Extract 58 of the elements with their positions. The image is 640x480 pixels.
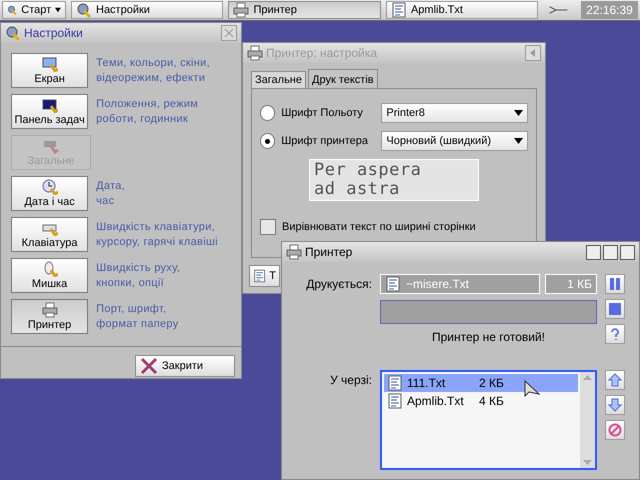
document-icon — [387, 375, 403, 391]
radio-label: Шрифт Польоту — [281, 107, 364, 119]
close-button[interactable]: Закрити — [135, 355, 235, 377]
queue-label: У черзі: — [329, 372, 372, 389]
description: Швидкість руху, кнопки, опції — [96, 260, 182, 290]
tab[interactable]: Загальне — [251, 71, 306, 88]
close-icon — [140, 357, 158, 375]
settings-button[interactable]: Екран — [11, 53, 88, 88]
tab[interactable]: Друк текстів — [308, 69, 378, 88]
start-button[interactable]: Старт — [2, 1, 66, 19]
font-dropdown[interactable]: Чорновий (швидкий) — [381, 131, 528, 151]
window-title: Принтер: настройка — [266, 46, 378, 60]
radio-button[interactable] — [260, 105, 276, 121]
caret-icon — [514, 138, 523, 144]
document-icon — [387, 393, 403, 409]
settings-button[interactable]: Дата і час — [11, 176, 88, 211]
radio-label: Шрифт принтера — [281, 135, 369, 147]
status-text: Принтер не готовий! — [431, 330, 546, 344]
pause-icon[interactable] — [605, 274, 625, 294]
printer-icon — [247, 45, 263, 61]
settings-button[interactable]: Мишка — [11, 258, 88, 293]
settings-button[interactable]: Клавіатура — [11, 217, 88, 252]
queue-item[interactable]: Apmlib.Txt 4 КБ — [384, 392, 578, 410]
close-icon[interactable] — [620, 244, 635, 260]
radio-button[interactable] — [260, 133, 276, 149]
clock: 22:16:39 — [581, 1, 638, 19]
checkbox[interactable] — [260, 219, 276, 235]
font-dropdown[interactable]: Printer8 — [381, 103, 528, 123]
queue-list[interactable]: 111.Txt 2 КБ Apmlib.Txt 4 КБ — [380, 370, 597, 470]
caret-icon — [514, 110, 523, 116]
checkbox-label: Вирівнювати текст по ширині сторінки — [282, 221, 476, 233]
help-icon[interactable] — [605, 324, 625, 344]
settings-button[interactable]: Панель задач — [11, 94, 88, 129]
description: Швидкість клавіатури, курсору, гарячі клавіші — [96, 220, 219, 250]
taskbar-button[interactable]: Apmlib.Txt — [386, 1, 538, 19]
text-button[interactable]: Т — [249, 265, 280, 287]
document-icon — [253, 268, 266, 284]
window-title: Принтер — [305, 245, 352, 259]
stop-icon[interactable] — [605, 299, 625, 319]
settings-button[interactable]: Принтер — [11, 299, 88, 334]
queue-item[interactable]: 111.Txt 2 КБ — [384, 374, 578, 392]
size-field: 1 КБ — [545, 274, 597, 294]
printer-icon — [286, 244, 302, 260]
document-icon — [385, 276, 401, 292]
taskbar-button[interactable]: Принтер — [228, 1, 381, 19]
description: Дата, час — [96, 178, 126, 208]
taskbar-button[interactable]: Настройки — [71, 1, 224, 19]
font-preview: Per aspera ad astra — [309, 159, 479, 201]
window-title: Настройки — [24, 26, 83, 40]
minimize-icon[interactable] — [586, 244, 601, 260]
description: Теми, кольори, скіни, відеорежим, ефекти — [96, 56, 211, 86]
file-field: ~misere.Txt — [380, 274, 540, 294]
caret-icon — [55, 7, 61, 13]
maximize-icon[interactable] — [603, 244, 618, 260]
cancel-icon[interactable] — [605, 420, 625, 440]
description: Порт, шрифт, формат паперу — [96, 302, 180, 332]
description: Положення, режим роботи, годинник — [96, 96, 200, 126]
printing-label: Друкується: — [305, 276, 372, 293]
